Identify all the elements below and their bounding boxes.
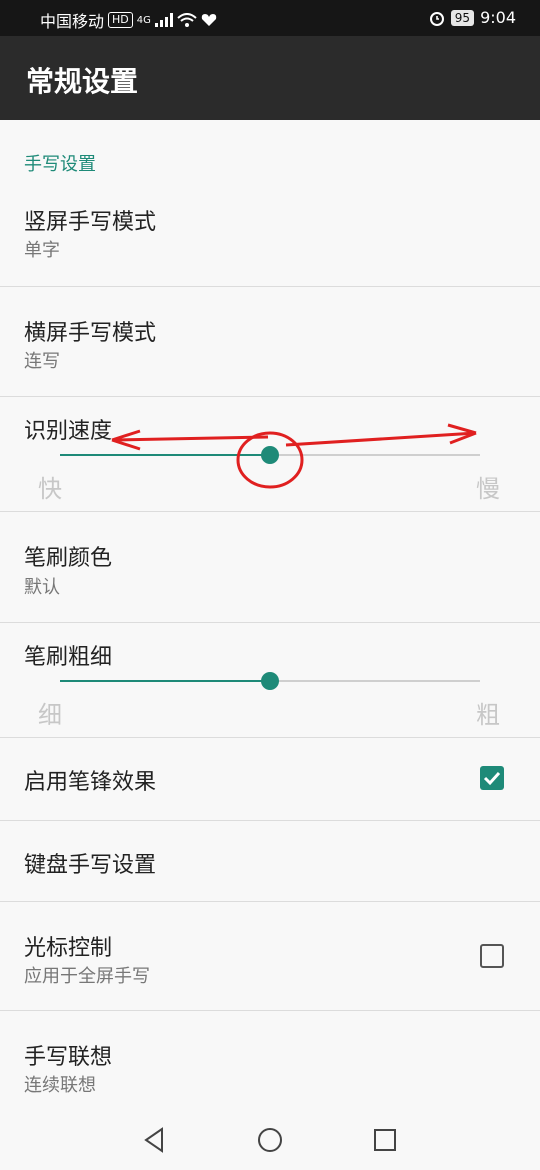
signal-icon (154, 13, 173, 27)
setting-title: 光标控制 (24, 936, 113, 961)
setting-association[interactable]: 手写联想 连续联想 (0, 1011, 540, 1110)
setting-title: 键盘手写设置 (24, 853, 157, 878)
alarm-icon (429, 11, 444, 26)
setting-title: 横屏手写模式 (24, 321, 157, 346)
check-icon (483, 771, 501, 786)
setting-title: 竖屏手写模式 (24, 210, 157, 235)
setting-title: 笔刷粗细 (24, 645, 113, 670)
network-type: 4G (136, 14, 151, 26)
stroke-effect-checkbox[interactable] (480, 766, 504, 790)
setting-value: 默认 (24, 577, 60, 598)
setting-value: 单字 (24, 240, 60, 261)
setting-subtitle: 应用于全屏手写 (24, 966, 150, 987)
recents-icon[interactable] (370, 1125, 400, 1155)
navigation-bar (0, 1110, 540, 1170)
page-title: 常规设置 (26, 65, 139, 98)
setting-title: 笔刷颜色 (24, 546, 113, 571)
annotation-arrows (111, 423, 477, 489)
back-icon[interactable] (140, 1125, 170, 1155)
clock: 9:04 (480, 8, 516, 27)
setting-title: 手写联想 (24, 1045, 113, 1070)
status-bar: 中国移动 HD 4G 95 9:04 (0, 0, 540, 36)
setting-cursor-control[interactable]: 光标控制 应用于全屏手写 (0, 902, 540, 1011)
hd-badge: HD (108, 12, 133, 28)
setting-value: 连写 (24, 351, 60, 372)
setting-stroke-effect[interactable]: 启用笔锋效果 (0, 738, 540, 821)
app-bar: 常规设置 (0, 36, 540, 120)
setting-brush-color[interactable]: 笔刷颜色 默认 (0, 512, 540, 623)
cursor-control-checkbox[interactable] (480, 944, 504, 968)
heart-icon (201, 14, 217, 26)
slider-fill (60, 680, 270, 682)
carrier-label: 中国移动 (40, 12, 105, 31)
thickness-max-label: 粗 (476, 701, 500, 729)
home-icon[interactable] (255, 1125, 285, 1155)
battery-indicator: 95 (450, 9, 475, 26)
slider-thumb[interactable] (261, 672, 279, 690)
setting-vertical-mode[interactable]: 竖屏手写模式 单字 (0, 190, 540, 287)
setting-recognition-speed: 识别速度 快 慢 (0, 397, 540, 512)
setting-horizontal-mode[interactable]: 横屏手写模式 连写 (0, 287, 540, 397)
wifi-icon (177, 13, 197, 27)
thickness-slider[interactable] (60, 672, 480, 690)
setting-value: 连续联想 (24, 1075, 96, 1096)
setting-keyboard-handwriting[interactable]: 键盘手写设置 (0, 821, 540, 902)
section-header-handwriting: 手写设置 (24, 154, 96, 175)
thickness-min-label: 细 (38, 701, 62, 729)
setting-title: 启用笔锋效果 (24, 770, 157, 795)
setting-brush-thickness: 笔刷粗细 细 粗 (0, 623, 540, 738)
